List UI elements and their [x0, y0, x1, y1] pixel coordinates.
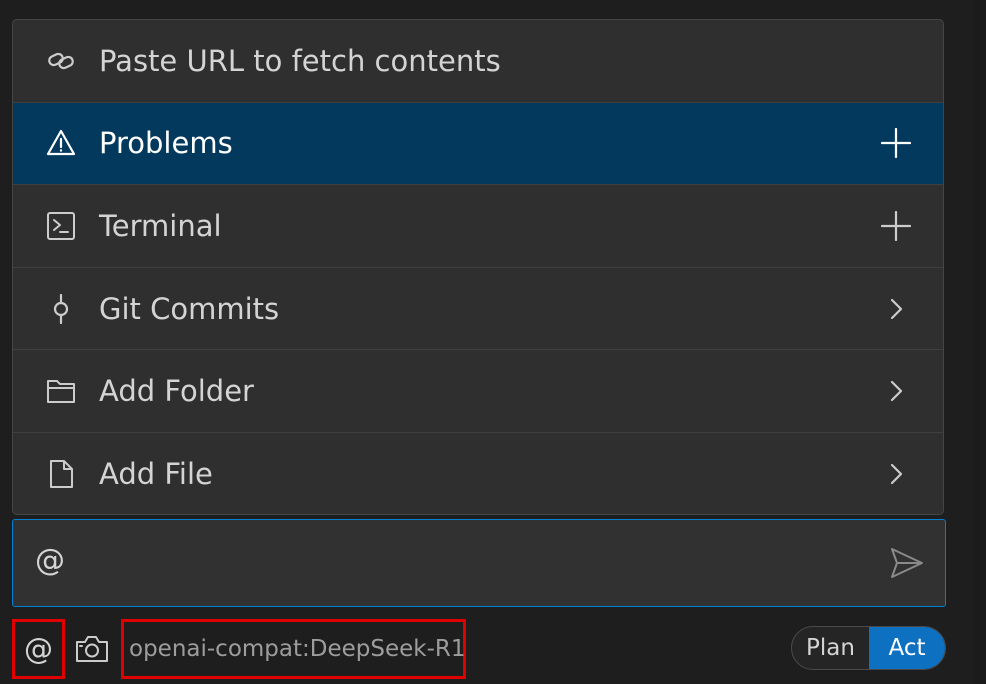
chevron-right-icon[interactable] [879, 457, 913, 491]
menu-item-paste-url[interactable]: Paste URL to fetch contents [13, 20, 943, 103]
scrollbar[interactable] [974, 0, 986, 684]
link-icon [44, 44, 78, 78]
mode-plan-button[interactable]: Plan [792, 627, 869, 669]
menu-item-add-file[interactable]: Add File [13, 433, 943, 514]
plus-icon[interactable] [879, 209, 913, 243]
chat-toolbar: @ openai-compat:DeepSeek-R1 Plan Act [0, 617, 986, 684]
model-selector[interactable]: openai-compat:DeepSeek-R1 [121, 619, 466, 679]
plus-icon[interactable] [879, 126, 913, 160]
menu-item-label: Add Folder [99, 374, 254, 409]
git-commit-icon [44, 292, 78, 326]
menu-item-git-commits[interactable]: Git Commits [13, 268, 943, 351]
chevron-right-icon[interactable] [879, 374, 913, 408]
menu-item-label: Problems [99, 126, 233, 161]
warning-icon [44, 126, 78, 160]
terminal-icon [44, 209, 78, 243]
camera-icon[interactable] [74, 631, 110, 667]
chat-input-text[interactable]: @ [35, 543, 65, 578]
mode-act-button[interactable]: Act [869, 627, 945, 669]
context-menu: Paste URL to fetch contents Problems Ter… [12, 19, 944, 515]
menu-item-label: Terminal [99, 208, 222, 243]
plan-act-toggle[interactable]: Plan Act [791, 626, 946, 670]
menu-item-label: Git Commits [99, 291, 280, 326]
chat-input[interactable]: @ [12, 519, 946, 607]
menu-item-add-folder[interactable]: Add Folder [13, 350, 943, 433]
folder-icon [44, 374, 78, 408]
menu-item-label: Add File [99, 457, 213, 492]
menu-item-terminal[interactable]: Terminal [13, 185, 943, 268]
menu-item-label: Paste URL to fetch contents [99, 43, 501, 78]
menu-item-problems[interactable]: Problems [13, 102, 943, 186]
mention-button[interactable]: @ [12, 619, 65, 679]
file-icon [44, 457, 78, 491]
chevron-right-icon[interactable] [879, 292, 913, 326]
send-icon[interactable] [889, 545, 925, 581]
